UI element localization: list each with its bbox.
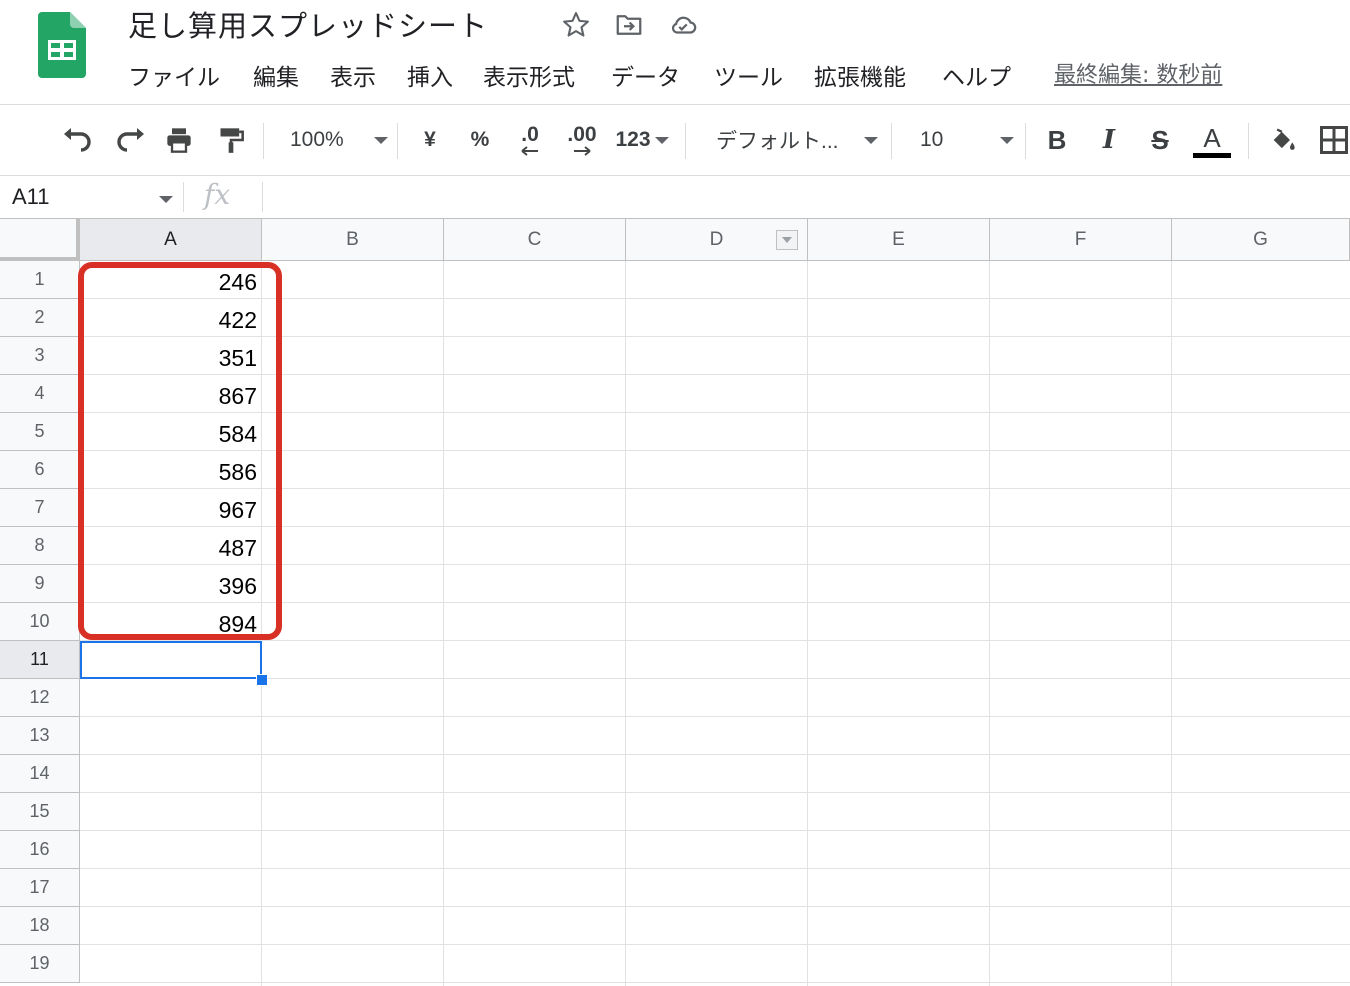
undo-icon[interactable] [58,122,98,158]
row-header-6[interactable]: 6 [0,451,80,489]
menu-insert[interactable]: 挿入 [407,60,453,96]
number-format-select[interactable]: 123 [612,122,672,158]
row-header-12[interactable]: 12 [0,679,80,717]
text-color-button[interactable]: A [1192,117,1232,163]
last-edit-link[interactable]: 最終編集: 数秒前 [1054,58,1222,94]
name-box[interactable]: A11 [12,178,50,216]
fill-color-icon[interactable] [1264,122,1302,158]
toolbar-divider [263,123,264,159]
toolbar-divider [891,123,892,159]
number-format-label: 123 [615,128,651,151]
menu-edit[interactable]: 編集 [253,60,299,96]
strikethrough-button[interactable]: S [1143,122,1177,158]
menu-extensions[interactable]: 拡張機能 [814,60,906,96]
decrease-decimal-label: .0 [521,123,539,146]
font-family-value: デフォルト... [716,130,839,153]
title-bar: 足し算用スプレッドシート ファイル 編集 表示 挿入 表示形式 データ ツール … [0,0,1350,104]
increase-decimal-button[interactable]: .00 [560,119,604,161]
toolbar-divider [1248,123,1249,159]
row-header-19[interactable]: 19 [0,945,80,983]
chevron-down-icon [654,136,669,144]
row-header-13[interactable]: 13 [0,717,80,755]
redo-icon[interactable] [110,122,150,158]
arrow-right-icon [574,146,591,156]
increase-decimal-label: .00 [567,123,597,146]
column-header-b[interactable]: B [262,219,444,261]
print-icon[interactable] [160,122,198,158]
menu-help[interactable]: ヘルプ [942,60,1011,96]
row-header-16[interactable]: 16 [0,831,80,869]
filter-arrow-icon [782,237,792,243]
menu-data[interactable]: データ [611,60,680,96]
formula-input[interactable] [270,180,1340,214]
toolbar-divider [685,123,686,159]
fx-icon: fx [204,178,231,211]
document-title[interactable]: 足し算用スプレッドシート [128,6,488,46]
font-size-value: 10 [920,128,944,151]
menu-file[interactable]: ファイル [128,60,220,96]
paint-format-icon[interactable] [212,122,250,158]
font-size-select[interactable]: 10 [910,122,1014,158]
column-header-f[interactable]: F [990,219,1172,261]
move-folder-icon[interactable] [614,10,644,44]
bold-button[interactable]: B [1040,122,1074,158]
sheets-logo-icon[interactable] [38,12,86,82]
zoom-value: 100% [290,128,344,151]
formula-divider [262,182,263,212]
menu-format[interactable]: 表示形式 [483,60,575,96]
row-header-18[interactable]: 18 [0,907,80,945]
row-header-5[interactable]: 5 [0,413,80,451]
row-header-8[interactable]: 8 [0,527,80,565]
row-header-15[interactable]: 15 [0,793,80,831]
column-header-c[interactable]: C [444,219,626,261]
fill-handle[interactable] [256,674,268,686]
decrease-decimal-button[interactable]: .0 [508,119,552,161]
column-header-g[interactable]: G [1172,219,1350,261]
row-header-11[interactable]: 11 [0,641,80,679]
column-header-e[interactable]: E [808,219,990,261]
italic-button[interactable]: I [1092,122,1126,158]
row-header-17[interactable]: 17 [0,869,80,907]
arrow-left-icon [521,146,538,156]
toolbar-divider [1025,123,1026,159]
row-header-14[interactable]: 14 [0,755,80,793]
row-header-9[interactable]: 9 [0,565,80,603]
text-color-swatch [1193,152,1231,158]
selected-cell-a11[interactable] [80,641,262,679]
chevron-down-icon[interactable] [159,196,173,203]
row-header-2[interactable]: 2 [0,299,80,337]
cloud-saved-icon[interactable] [667,10,699,44]
formula-bar: A11 fx [0,176,1350,218]
row-header-10[interactable]: 10 [0,603,80,641]
toolbar: 100% ¥ % .0 .00 123 デフォルト... 10 B I S A [0,105,1350,175]
currency-button[interactable]: ¥ [414,122,446,158]
row-header-1[interactable]: 1 [0,261,80,299]
row-header-4[interactable]: 4 [0,375,80,413]
column-filter-button[interactable] [776,230,798,250]
chevron-down-icon [864,136,878,144]
row-header-3[interactable]: 3 [0,337,80,375]
highlight-annotation-box [78,262,282,640]
formula-divider [183,182,184,212]
text-color-label: A [1203,122,1221,153]
chevron-down-icon [374,136,388,144]
menu-tools[interactable]: ツール [714,60,783,96]
select-all-corner[interactable] [0,219,80,261]
chevron-down-icon [1000,136,1014,144]
zoom-select[interactable]: 100% [280,122,388,158]
row-header-7[interactable]: 7 [0,489,80,527]
toolbar-divider [397,123,398,159]
font-family-select[interactable]: デフォルト... [712,122,878,158]
percent-button[interactable]: % [464,122,496,158]
column-header-a[interactable]: A [80,219,262,261]
borders-icon[interactable] [1316,122,1350,158]
star-icon[interactable] [561,10,591,44]
menu-view[interactable]: 表示 [330,60,376,96]
